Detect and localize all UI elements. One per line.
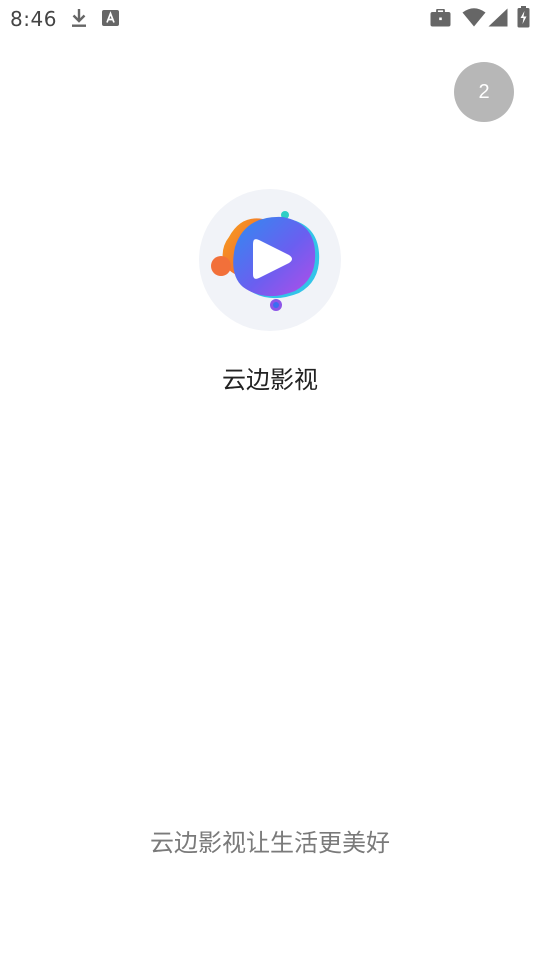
- battery-charging-icon: [517, 6, 530, 28]
- download-icon: [70, 8, 88, 28]
- briefcase-icon: [430, 9, 451, 27]
- status-time: 8:46: [10, 7, 57, 31]
- app-slogan: 云边影视让生活更美好: [150, 829, 390, 857]
- wifi-icon: [462, 8, 486, 27]
- play-logo-icon: [199, 189, 341, 331]
- status-bar: 8:46: [0, 0, 540, 36]
- app-logo: [199, 189, 341, 331]
- countdown-skip-button[interactable]: 2: [454, 62, 514, 122]
- signal-icon: [488, 8, 508, 27]
- font-a-icon: [102, 10, 119, 26]
- app-name: 云边影视: [222, 366, 318, 394]
